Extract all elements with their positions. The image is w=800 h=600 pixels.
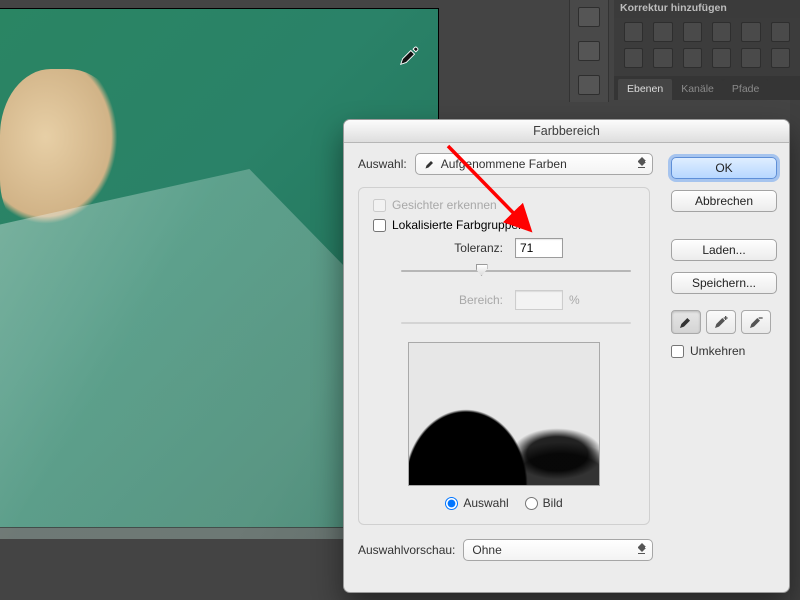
adjustment-icon[interactable]	[653, 22, 672, 42]
dock-icon[interactable]	[578, 41, 600, 61]
adjustment-icon[interactable]	[624, 48, 643, 68]
cancel-button[interactable]: Abbrechen	[671, 190, 777, 212]
invert-checkbox[interactable]: Umkehren	[671, 344, 777, 358]
adjustments-panel	[614, 18, 800, 82]
selection-preview	[408, 342, 600, 486]
range-label: Bereich:	[373, 293, 503, 307]
adjustment-icon[interactable]	[712, 48, 731, 68]
adjustment-icon[interactable]	[683, 48, 702, 68]
adjustment-icon[interactable]	[624, 22, 643, 42]
panel-edge	[790, 100, 800, 600]
adjustment-icon[interactable]	[712, 22, 731, 42]
side-dock	[569, 0, 609, 102]
radio-image-label: Bild	[543, 496, 563, 510]
radio-selection-label: Auswahl	[463, 496, 508, 510]
adjustments-panel-title: Korrektur hinzufügen	[614, 0, 800, 18]
preview-mode-combo[interactable]: Ohne	[463, 539, 653, 561]
dock-icon[interactable]	[578, 75, 600, 95]
range-unit: %	[569, 293, 580, 307]
eyedropper-minus-icon[interactable]	[741, 310, 771, 334]
adjustment-icon[interactable]	[771, 48, 790, 68]
preview-mode-label: Auswahlvorschau:	[358, 543, 455, 557]
selection-combo[interactable]: Aufgenommene Farben	[415, 153, 653, 175]
detect-faces-label: Gesichter erkennen	[392, 198, 497, 212]
adjustment-icon[interactable]	[771, 22, 790, 42]
localized-checkbox[interactable]: Lokalisierte Farbgruppen	[373, 218, 635, 232]
tolerance-input[interactable]	[515, 238, 563, 258]
load-button[interactable]: Laden...	[671, 239, 777, 261]
dock-icon[interactable]	[578, 7, 600, 27]
dialog-title: Farbbereich	[344, 120, 789, 143]
adjustment-icon[interactable]	[653, 48, 672, 68]
tolerance-label: Toleranz:	[373, 241, 503, 255]
eyedropper-tools	[671, 310, 777, 334]
tab-layers[interactable]: Ebenen	[618, 79, 672, 100]
options-group: Gesichter erkennen Lokalisierte Farbgrup…	[358, 187, 650, 525]
preview-mode-value: Ohne	[472, 543, 501, 557]
range-input	[515, 290, 563, 310]
detect-faces-checkbox: Gesichter erkennen	[373, 198, 635, 212]
ok-button[interactable]: OK	[671, 157, 777, 179]
tolerance-slider[interactable]	[401, 264, 631, 278]
selection-combo-value: Aufgenommene Farben	[441, 157, 567, 171]
eyedropper-cursor-icon	[398, 45, 420, 67]
adjustment-icon[interactable]	[741, 48, 760, 68]
radio-selection[interactable]: Auswahl	[445, 496, 508, 510]
layers-panel-tabs: Ebenen Kanäle Pfade	[614, 76, 800, 100]
color-range-dialog: Farbbereich Auswahl: Aufgenommene Farben…	[343, 119, 790, 593]
radio-image[interactable]: Bild	[525, 496, 563, 510]
eyedropper-icon	[424, 158, 436, 170]
range-slider	[401, 316, 631, 330]
save-button[interactable]: Speichern...	[671, 272, 777, 294]
adjustment-icon[interactable]	[741, 22, 760, 42]
localized-label: Lokalisierte Farbgruppen	[392, 218, 525, 232]
tab-paths[interactable]: Pfade	[723, 79, 768, 100]
selection-label: Auswahl:	[358, 157, 407, 171]
adjustment-icon[interactable]	[683, 22, 702, 42]
eyedropper-plus-icon[interactable]	[706, 310, 736, 334]
invert-label: Umkehren	[690, 344, 745, 358]
eyedropper-icon[interactable]	[671, 310, 701, 334]
tab-channels[interactable]: Kanäle	[672, 79, 723, 100]
